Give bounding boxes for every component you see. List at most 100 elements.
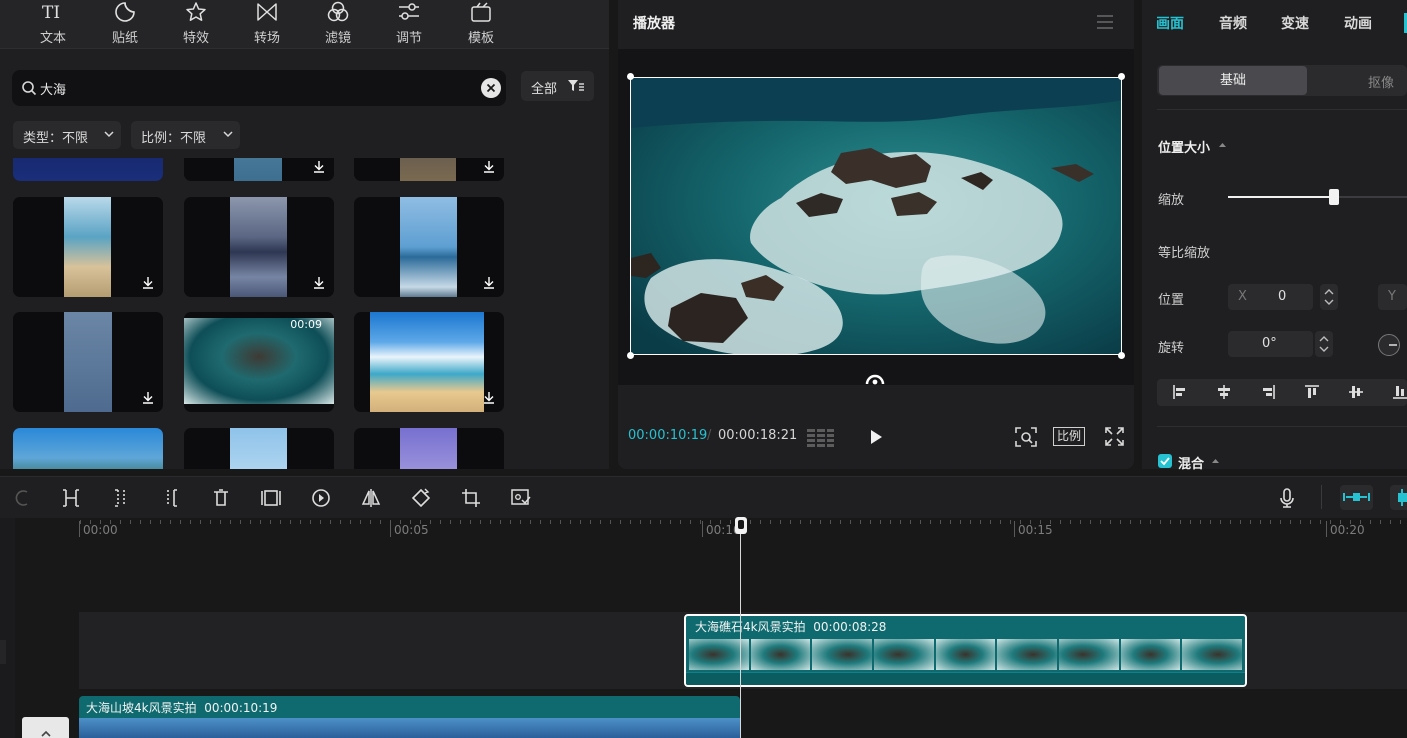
download-icon (314, 161, 324, 173)
align-right-icon[interactable] (1260, 384, 1276, 400)
media-item[interactable] (184, 428, 334, 469)
collapse-icon[interactable] (1218, 142, 1227, 148)
media-item[interactable] (13, 158, 163, 181)
ratio-button[interactable]: 比例 (1053, 427, 1085, 446)
scale-slider-thumb[interactable] (1329, 189, 1339, 205)
undo-icon[interactable] (12, 487, 34, 509)
screenshot-icon[interactable] (1015, 427, 1037, 447)
media-item[interactable] (184, 197, 334, 297)
resize-handle[interactable] (627, 352, 634, 359)
position-x-field[interactable]: X 0 (1228, 284, 1313, 310)
clear-search-button[interactable] (481, 78, 501, 98)
track-side-handle[interactable] (0, 640, 6, 664)
stepper-arrows-icon (1319, 336, 1329, 352)
video-clip-hillside[interactable]: 大海山坡4k风景实拍 00:00:10:19 (79, 696, 740, 738)
align-left-icon[interactable] (1172, 384, 1188, 400)
ruler-tick (1326, 521, 1327, 537)
search-input[interactable] (40, 78, 460, 98)
segment-basic[interactable]: 基础 (1159, 66, 1307, 95)
rotation-stepper[interactable] (1315, 331, 1333, 357)
type-dropdown[interactable]: 类型：不限 (13, 121, 121, 149)
tab-sticker[interactable]: 贴纸 (97, 0, 153, 48)
smart-cutout-icon[interactable] (510, 487, 532, 509)
align-center-v-icon[interactable] (1348, 384, 1364, 400)
video-preview[interactable] (630, 77, 1122, 355)
download-icon (484, 277, 494, 289)
link-toggle[interactable] (1390, 485, 1407, 510)
category-tabs: TI 文本 贴纸 特效 转场 滤镜 调节 模板 (0, 0, 609, 49)
tab-effects[interactable]: 特效 (168, 0, 224, 48)
media-item[interactable] (13, 428, 163, 469)
trim-left-icon[interactable] (110, 487, 132, 509)
clip-label: 大海礁石4k风景实拍 00:00:08:28 (695, 618, 886, 635)
scale-slider-fill (1228, 196, 1334, 198)
media-item[interactable] (13, 312, 163, 412)
align-top-icon[interactable] (1304, 384, 1320, 400)
filter-icon (568, 80, 584, 91)
menu-icon[interactable] (1096, 15, 1114, 29)
filter-all-button[interactable]: 全部 (521, 71, 594, 101)
playhead-line[interactable] (740, 518, 741, 738)
resize-handle[interactable] (627, 73, 634, 80)
tab-label: 调节 (395, 31, 422, 46)
tab-transition[interactable]: 转场 (239, 0, 295, 48)
tab-audio[interactable]: 音频 (1219, 13, 1247, 33)
media-item[interactable] (354, 312, 504, 412)
media-item[interactable] (13, 197, 163, 297)
delete-icon[interactable] (210, 487, 232, 509)
media-item[interactable] (354, 158, 504, 181)
cover-button[interactable] (22, 717, 69, 738)
reverse-icon[interactable] (310, 487, 332, 509)
ruler-tick (702, 521, 703, 537)
playhead-handle[interactable] (735, 517, 747, 534)
clip-label: 大海山坡4k风景实拍 00:00:10:19 (86, 699, 277, 716)
divider (1321, 485, 1322, 509)
x-stepper[interactable] (1320, 284, 1338, 310)
video-clip-rocks[interactable]: 大海礁石4k风景实拍 00:00:08:28 (684, 614, 1247, 687)
resize-handle[interactable] (1118, 352, 1125, 359)
mirror-icon[interactable] (360, 487, 382, 509)
rotate-icon[interactable] (410, 487, 432, 509)
chevron-down-icon (223, 131, 233, 138)
position-y-field[interactable]: Y (1378, 284, 1407, 310)
crop-icon[interactable] (460, 487, 482, 509)
tab-speed[interactable]: 变速 (1281, 13, 1309, 33)
tab-picture[interactable]: 画面 (1156, 13, 1184, 33)
align-bottom-icon[interactable] (1392, 384, 1407, 400)
rotation-dial-icon[interactable] (1377, 333, 1401, 357)
freeze-frame-icon[interactable] (260, 487, 282, 509)
tab-template[interactable]: 模板 (453, 0, 509, 48)
waveform-icon[interactable] (806, 428, 835, 448)
clip-duration: 00:00:08:28 (813, 620, 887, 634)
rotate-handle-icon[interactable] (864, 373, 886, 385)
media-item[interactable] (354, 428, 504, 469)
divider (1157, 426, 1407, 427)
tab-animation[interactable]: 动画 (1344, 13, 1372, 33)
blend-checkbox[interactable] (1158, 454, 1172, 468)
ruler-tick (1014, 521, 1015, 537)
media-item[interactable] (184, 158, 334, 181)
microphone-icon[interactable] (1276, 487, 1298, 509)
trim-right-icon[interactable] (160, 487, 182, 509)
download-icon (314, 277, 324, 289)
scale-slider-track[interactable] (1228, 189, 1407, 205)
position-label: 位置 (1158, 293, 1185, 308)
align-center-h-icon[interactable] (1216, 384, 1232, 400)
tab-filter[interactable]: 滤镜 (310, 0, 366, 48)
segment-cutout[interactable]: 抠像 (1368, 72, 1394, 91)
collapse-icon[interactable] (1211, 458, 1220, 464)
media-item[interactable] (354, 197, 504, 297)
snap-toggle[interactable] (1340, 485, 1373, 510)
resize-handle[interactable] (1118, 73, 1125, 80)
ratio-dropdown[interactable]: 比例：不限 (131, 121, 240, 149)
fullscreen-icon[interactable] (1105, 427, 1124, 446)
tab-label: 转场 (253, 31, 280, 46)
rotation-field[interactable]: 0° (1228, 331, 1313, 357)
split-icon[interactable] (60, 487, 82, 509)
media-item[interactable]: 00:09 (184, 312, 334, 412)
tab-adjust[interactable]: 调节 (381, 0, 437, 48)
current-time: 00:00:10:19 (628, 428, 708, 443)
play-icon[interactable] (869, 429, 883, 445)
ratio-dropdown-label: 比例：不限 (141, 131, 207, 146)
tab-text[interactable]: TI 文本 (25, 0, 81, 48)
